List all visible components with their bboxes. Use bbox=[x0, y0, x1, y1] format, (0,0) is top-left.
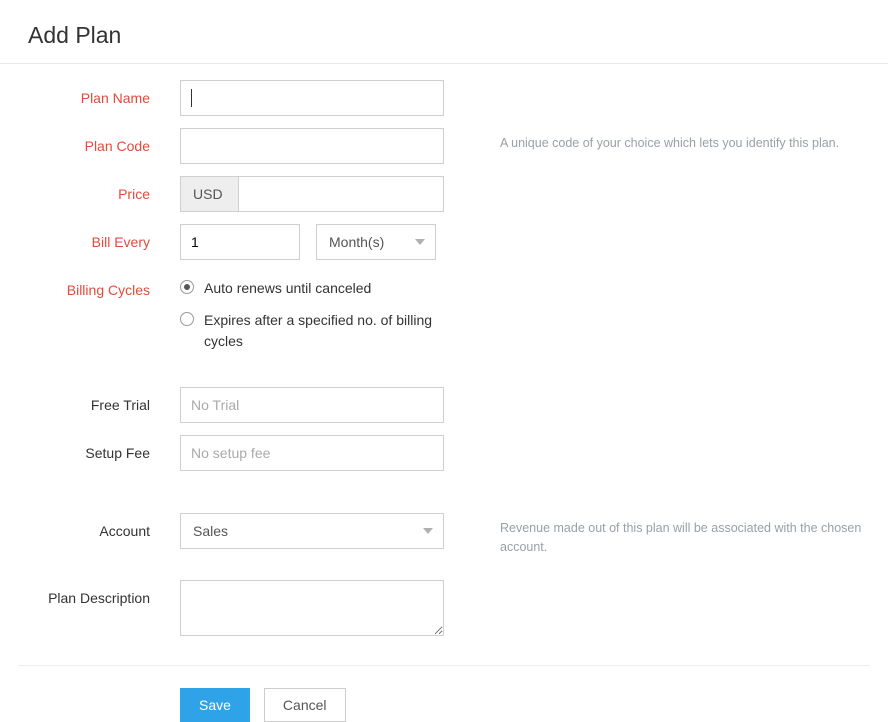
add-plan-form: Plan Name Plan Code A unique code of you… bbox=[0, 64, 888, 722]
billing-cycles-radio-expires[interactable]: Expires after a specified no. of billing… bbox=[180, 310, 470, 351]
label-free-trial: Free Trial bbox=[0, 387, 180, 413]
account-select-value: Sales bbox=[193, 523, 228, 539]
label-plan-description: Plan Description bbox=[0, 580, 180, 606]
row-account: Account Sales Revenue made out of this p… bbox=[0, 507, 888, 563]
setup-fee-input[interactable] bbox=[180, 435, 444, 471]
plan-description-textarea[interactable] bbox=[180, 580, 444, 636]
label-price: Price bbox=[0, 176, 180, 202]
billing-cycles-radio-auto[interactable]: Auto renews until canceled bbox=[180, 278, 470, 298]
label-plan-code: Plan Code bbox=[0, 128, 180, 154]
label-account: Account bbox=[0, 513, 180, 539]
text-cursor bbox=[191, 89, 192, 107]
row-setup-fee: Setup Fee bbox=[0, 429, 888, 477]
page-title: Add Plan bbox=[28, 22, 860, 49]
row-plan-code: Plan Code A unique code of your choice w… bbox=[0, 122, 888, 170]
page-header: Add Plan bbox=[0, 0, 888, 64]
plan-code-input[interactable] bbox=[180, 128, 444, 164]
radio-icon bbox=[180, 312, 194, 326]
label-bill-every: Bill Every bbox=[0, 224, 180, 250]
row-price: Price USD bbox=[0, 170, 888, 218]
price-input[interactable] bbox=[239, 177, 443, 211]
bill-every-unit-select[interactable]: Month(s) bbox=[316, 224, 436, 260]
label-plan-name: Plan Name bbox=[0, 80, 180, 106]
currency-label: USD bbox=[181, 177, 239, 211]
price-input-group: USD bbox=[180, 176, 444, 212]
help-account: Revenue made out of this plan will be as… bbox=[470, 513, 888, 557]
chevron-down-icon bbox=[415, 239, 425, 245]
radio-label-auto: Auto renews until canceled bbox=[204, 278, 371, 298]
chevron-down-icon bbox=[423, 528, 433, 534]
row-free-trial: Free Trial bbox=[0, 381, 888, 429]
row-billing-cycles: Billing Cycles Auto renews until cancele… bbox=[0, 266, 888, 369]
bill-every-unit-value: Month(s) bbox=[329, 234, 384, 250]
account-select[interactable]: Sales bbox=[180, 513, 444, 549]
radio-label-expires: Expires after a specified no. of billing… bbox=[204, 310, 470, 351]
billing-cycles-radio-group: Auto renews until canceled Expires after… bbox=[180, 272, 470, 351]
save-button[interactable]: Save bbox=[180, 688, 250, 722]
cancel-button[interactable]: Cancel bbox=[264, 688, 346, 722]
form-footer: Save Cancel bbox=[0, 666, 888, 722]
label-setup-fee: Setup Fee bbox=[0, 435, 180, 461]
free-trial-input[interactable] bbox=[180, 387, 444, 423]
row-plan-description: Plan Description bbox=[0, 574, 888, 645]
bill-every-number-input[interactable] bbox=[180, 224, 300, 260]
radio-icon bbox=[180, 280, 194, 294]
help-plan-code: A unique code of your choice which lets … bbox=[470, 128, 888, 153]
row-bill-every: Bill Every Month(s) bbox=[0, 218, 888, 266]
label-billing-cycles: Billing Cycles bbox=[0, 272, 180, 298]
plan-name-input[interactable] bbox=[180, 80, 444, 116]
row-plan-name: Plan Name bbox=[0, 74, 888, 122]
